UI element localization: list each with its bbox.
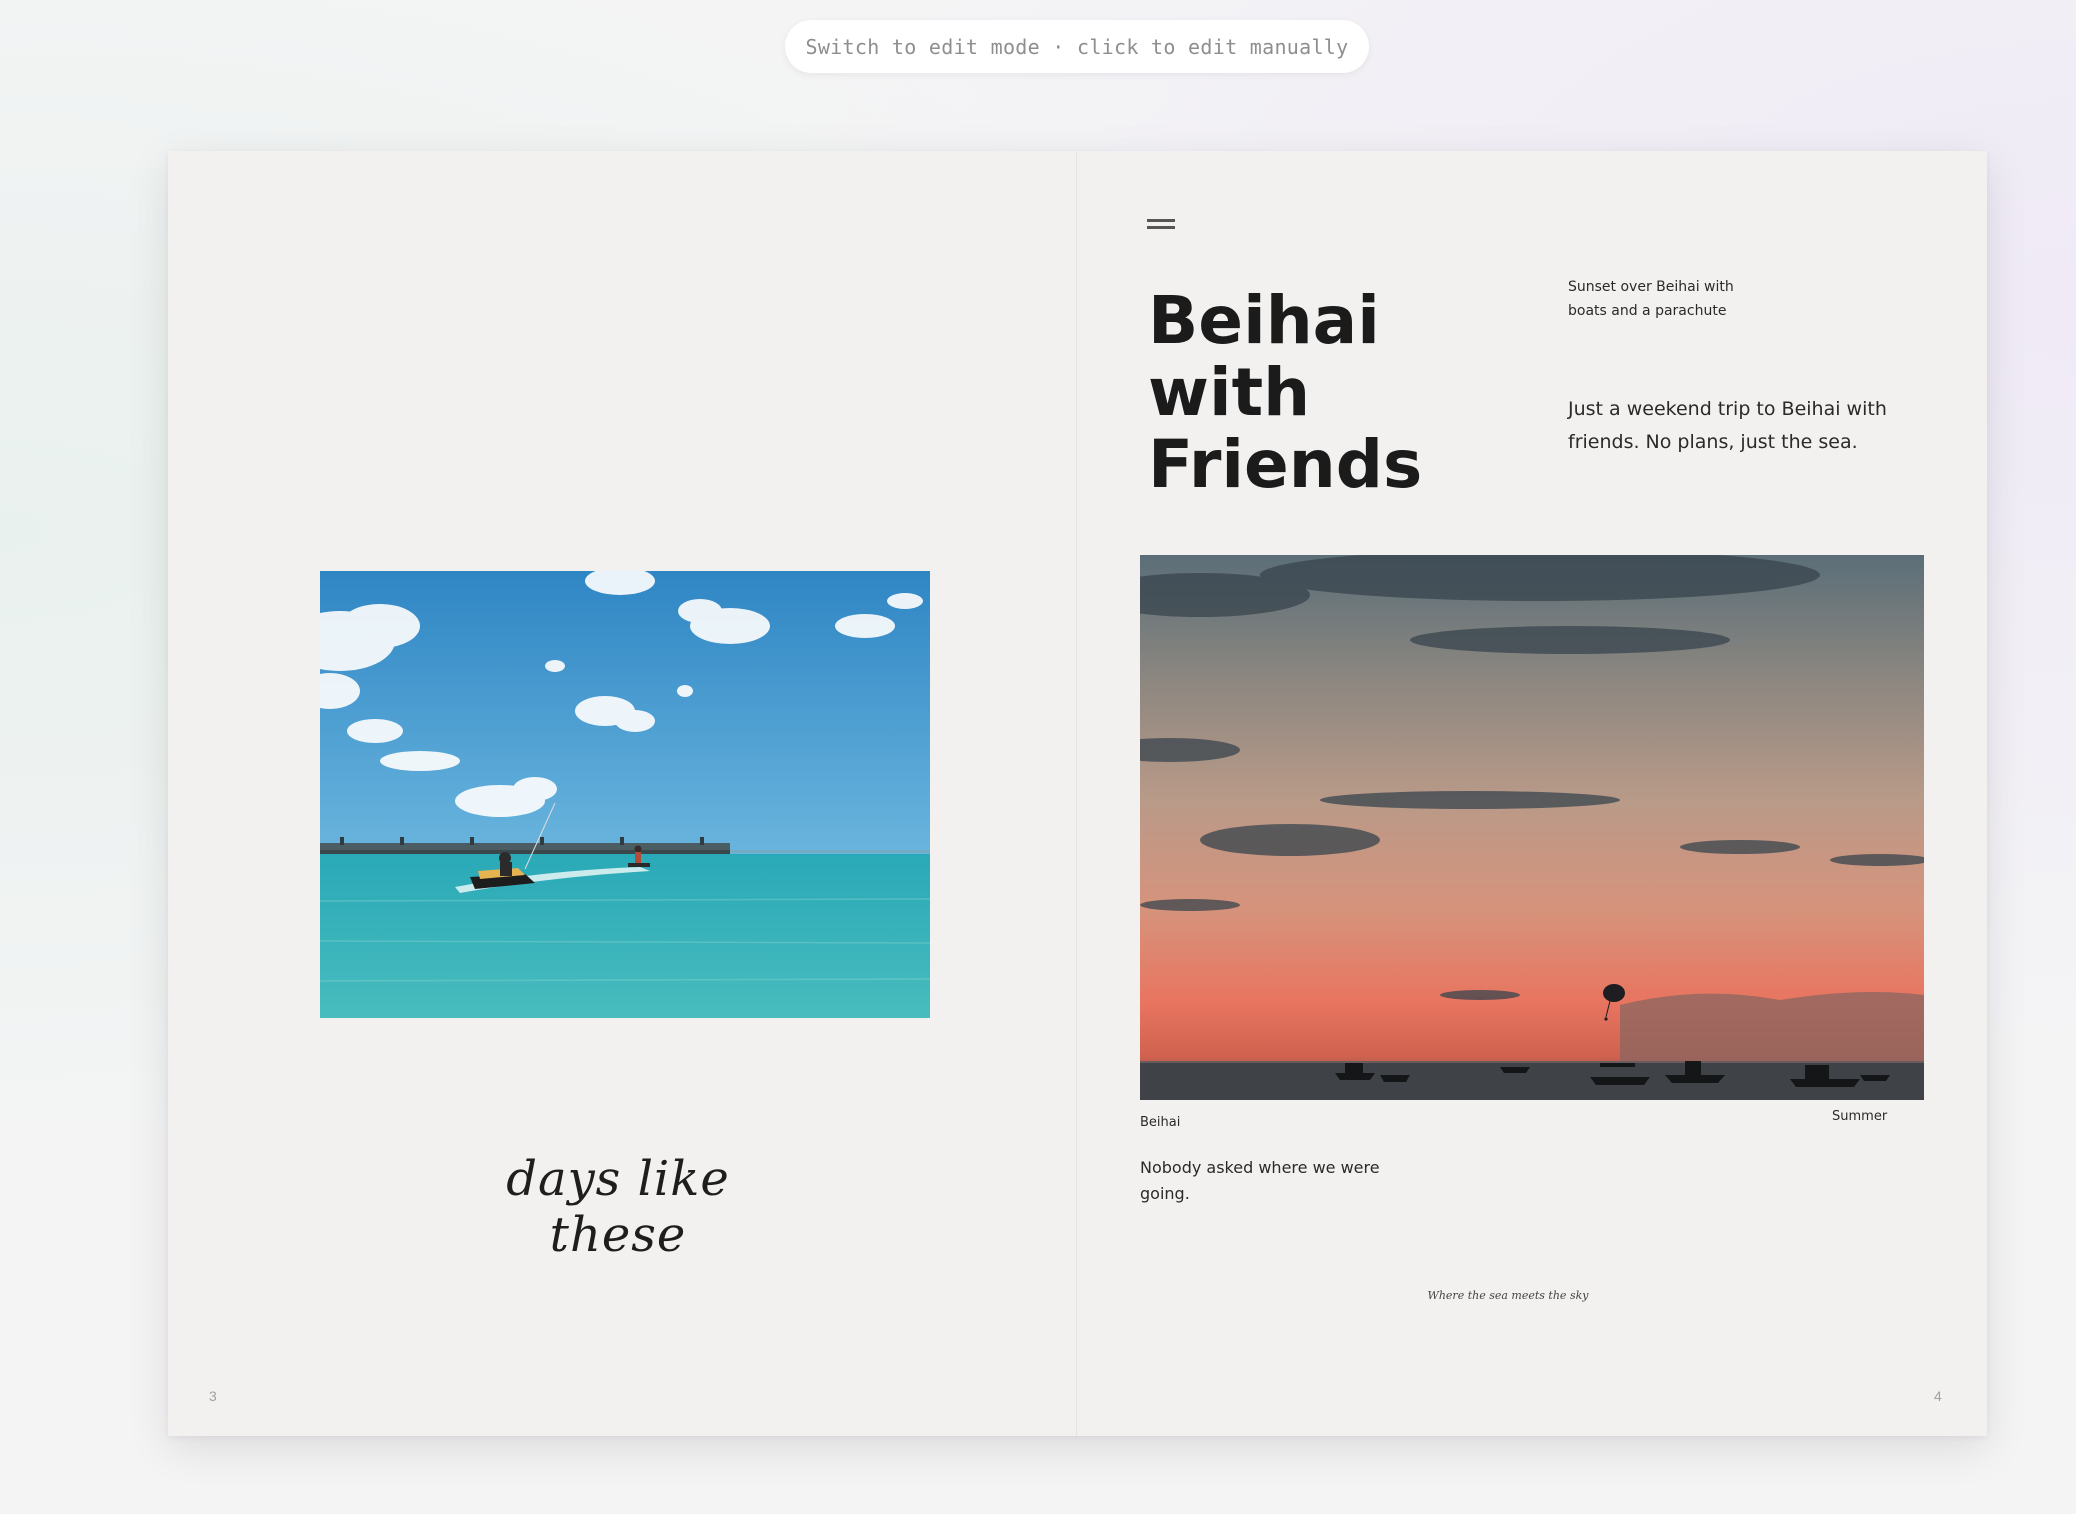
book-spread: days like these 3 Beihai with Friends Su… <box>168 151 1987 1436</box>
jetski-photo[interactable] <box>320 571 930 1018</box>
intro-text[interactable]: Just a weekend trip to Beihai with frien… <box>1568 393 1938 459</box>
script-caption[interactable]: days like these <box>448 1151 788 1263</box>
page-number-right: 4 <box>1934 1388 1942 1404</box>
location-label[interactable]: Beihai <box>1140 1115 1180 1130</box>
page-title[interactable]: Beihai with Friends <box>1148 285 1508 501</box>
edit-mode-toggle[interactable]: Switch to edit mode · click to edit manu… <box>785 20 1369 73</box>
menu-icon[interactable] <box>1147 219 1175 233</box>
season-label[interactable]: Summer <box>1832 1109 1887 1124</box>
photo-caption[interactable]: Sunset over Beihai with boats and a para… <box>1568 275 1748 323</box>
sunset-photo[interactable] <box>1140 555 1924 1100</box>
body-text[interactable]: Nobody asked where we were going. <box>1140 1155 1430 1207</box>
page-number-left: 3 <box>209 1388 217 1404</box>
page-gutter <box>1076 151 1077 1436</box>
tagline[interactable]: Where the sea meets the sky <box>1408 1289 1608 1302</box>
